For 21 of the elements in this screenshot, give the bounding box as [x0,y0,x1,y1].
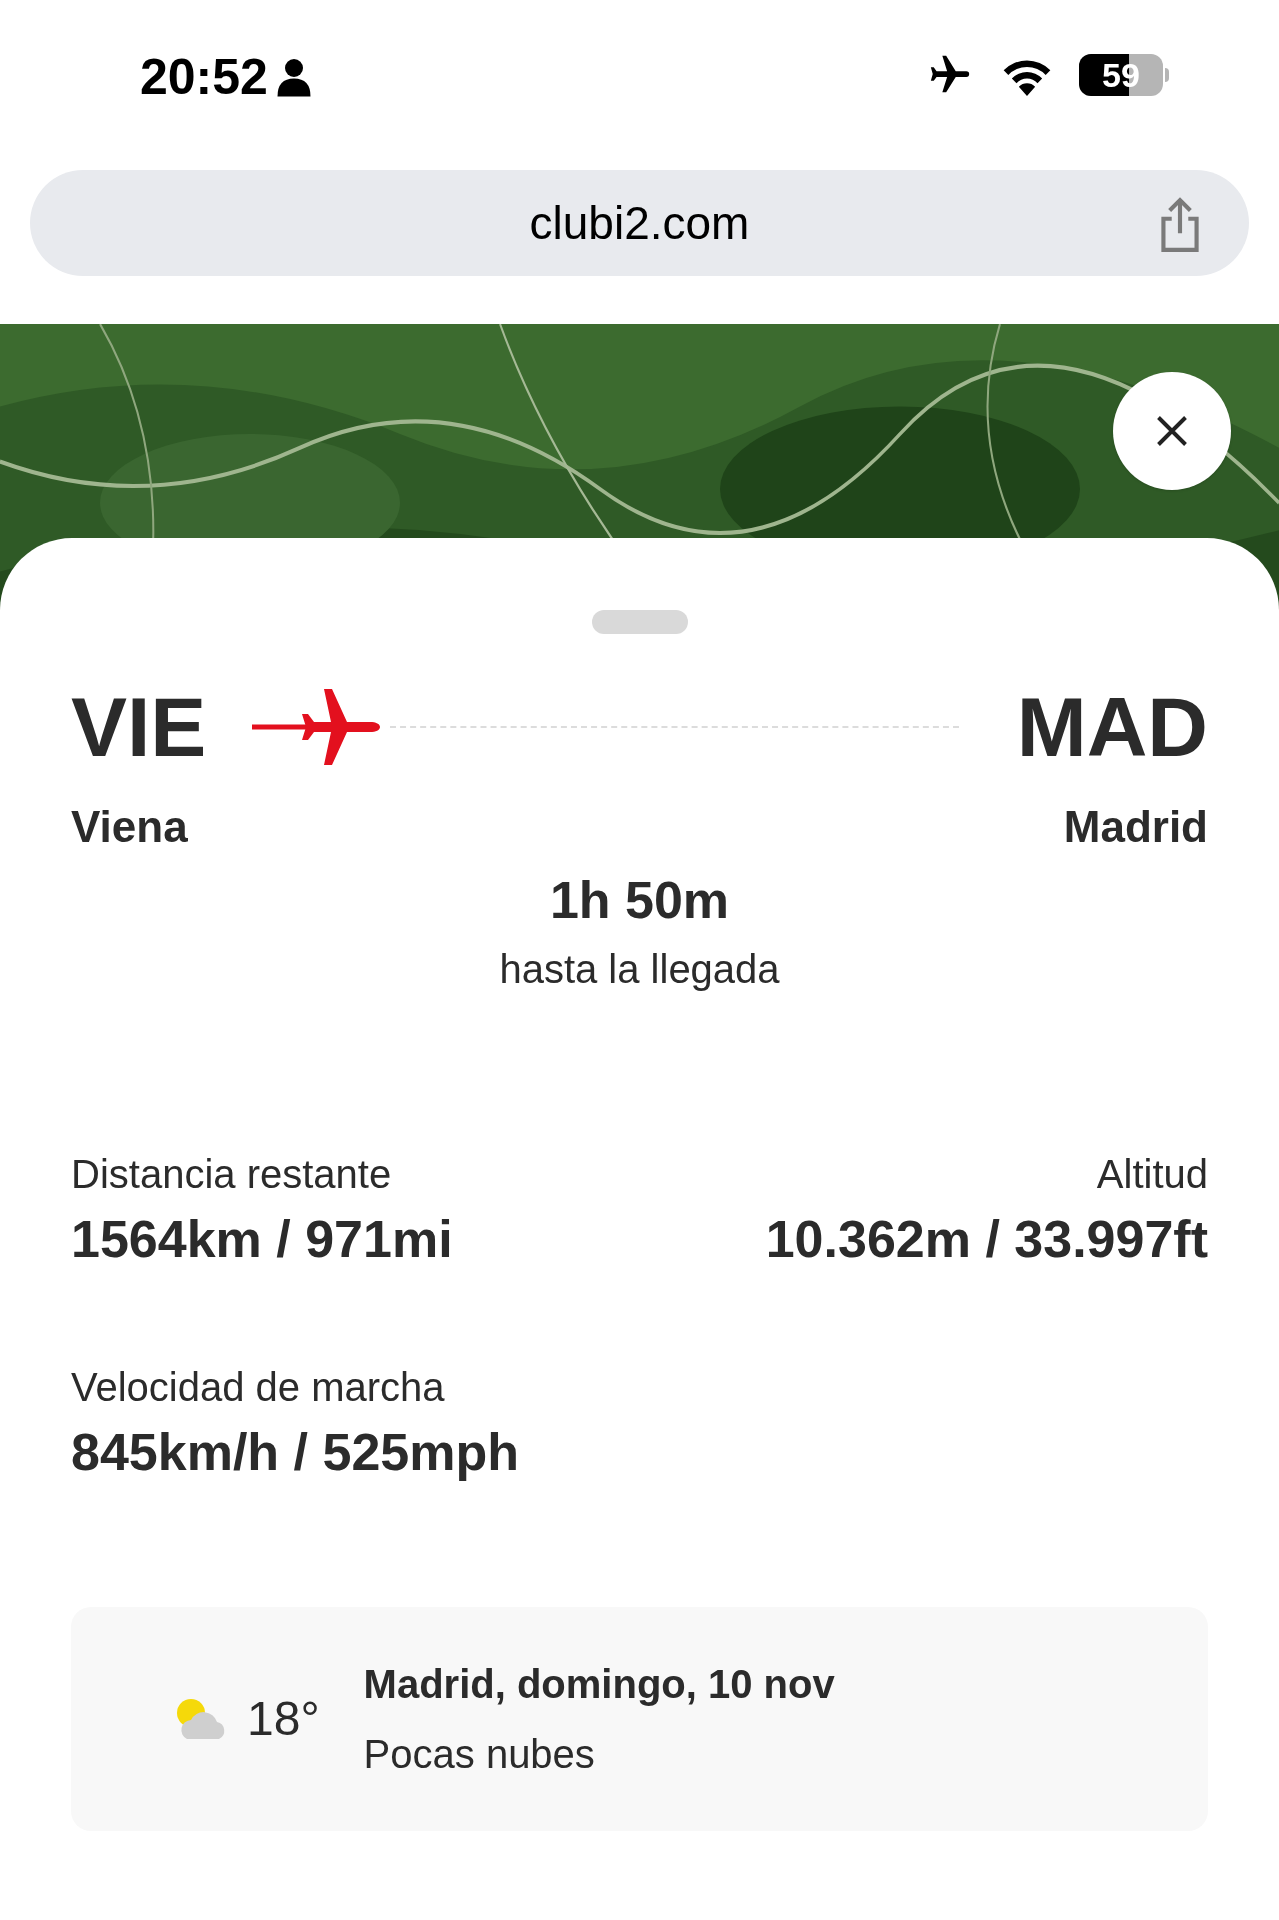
stat-value: 10.362m / 33.997ft [765,1209,1208,1270]
stat-label: Distancia restante [71,1151,392,1198]
stat-label: Velocidad de marcha [71,1364,445,1411]
weather-condition: Pocas nubes [363,1731,596,1778]
url-text: clubi2.com [529,195,750,251]
stat-value: 1564km / 971mi [71,1209,453,1270]
origin-city: Viena [71,801,188,853]
airplane-icon [252,687,383,767]
stat-label: Altitud [1096,1151,1208,1198]
remaining-caption: hasta la llegada [499,946,780,993]
destination-city: Madrid [1063,801,1208,853]
origin-code: VIE [71,685,207,769]
drag-handle[interactable] [591,610,688,634]
clock-time: 20:52 [140,52,268,102]
temperature: 18° [247,1691,320,1747]
address-bar[interactable]: clubi2.com [30,170,1249,276]
destination-code: MAD [1016,685,1208,769]
weather-title: Madrid, domingo, 10 nov [363,1661,835,1708]
remaining-time: 1h 50m [549,870,730,931]
stat-value: 845km/h / 525mph [71,1422,519,1483]
person-icon [275,57,312,97]
